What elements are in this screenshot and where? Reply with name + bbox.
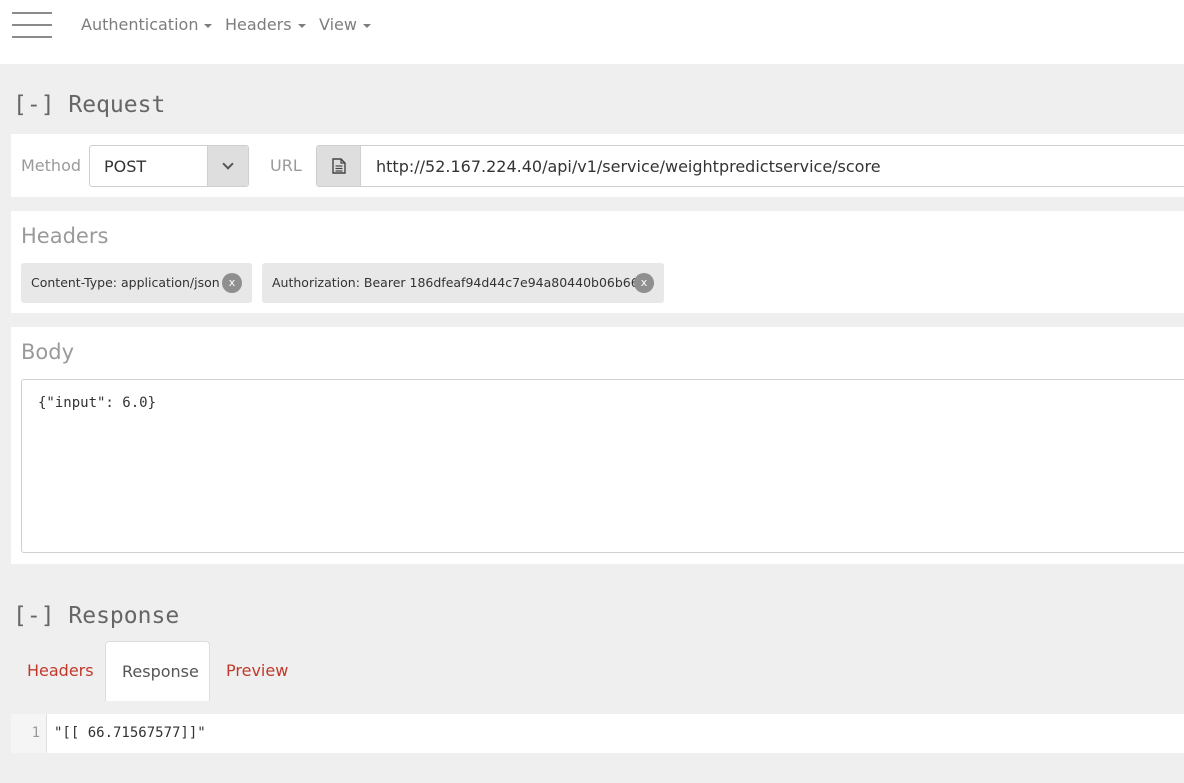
request-line-panel: Method POST URL xyxy=(11,134,1184,197)
method-label: Method xyxy=(21,156,82,175)
url-label: URL xyxy=(270,156,302,175)
tab-response[interactable]: Response xyxy=(105,641,210,701)
header-tag: Authorization: Bearer 186dfeaf94d44c7e94… xyxy=(262,263,664,303)
remove-header-button[interactable]: x xyxy=(634,273,654,293)
body-editor[interactable]: {"input": 6.0} xyxy=(21,379,1184,553)
nav-headers-menu[interactable]: Headers xyxy=(225,15,306,34)
line-gutter: 1 xyxy=(11,714,47,753)
chevron-down-icon xyxy=(222,158,234,170)
headers-title: Headers xyxy=(21,224,109,248)
tab-headers[interactable]: Headers xyxy=(11,641,105,701)
header-tag: Content-Type: application/json x xyxy=(21,263,252,303)
response-content: "[[ 66.71567577]]" xyxy=(54,725,206,741)
body-text: {"input": 6.0} xyxy=(38,395,157,411)
tab-headers-label: Headers xyxy=(27,661,94,680)
nav-view-label: View xyxy=(319,15,357,34)
nav-authentication-label: Authentication xyxy=(81,15,199,34)
header-tag-text: Authorization: Bearer 186dfeaf94d44c7e94… xyxy=(272,275,655,290)
tab-preview[interactable]: Preview xyxy=(211,641,301,701)
nav-headers-label: Headers xyxy=(225,15,292,34)
hamburger-menu-icon[interactable] xyxy=(12,12,52,40)
nav-authentication-menu[interactable]: Authentication xyxy=(81,15,213,34)
request-section-toggle[interactable]: [-] Request xyxy=(13,92,165,118)
url-addon[interactable] xyxy=(317,146,361,186)
nav-view-menu[interactable]: View xyxy=(319,15,371,34)
method-select[interactable]: POST xyxy=(89,145,249,187)
url-input[interactable] xyxy=(362,146,1184,186)
method-dropdown-button[interactable] xyxy=(207,146,248,186)
document-icon xyxy=(332,158,346,174)
caret-down-icon xyxy=(362,23,371,28)
top-navbar: Authentication Headers View xyxy=(0,0,1184,64)
tab-response-label: Response xyxy=(122,662,199,681)
line-number: 1 xyxy=(31,725,40,741)
response-section-toggle[interactable]: [-] Response xyxy=(13,603,179,629)
body-title: Body xyxy=(21,340,75,364)
body-panel: Body {"input": 6.0} xyxy=(11,327,1184,564)
headers-panel: Headers Content-Type: application/json x… xyxy=(11,211,1184,313)
caret-down-icon xyxy=(204,23,213,28)
response-viewer[interactable]: 1 "[[ 66.71567577]]" xyxy=(11,714,1184,753)
header-tag-text: Content-Type: application/json xyxy=(31,275,220,290)
caret-down-icon xyxy=(297,23,306,28)
tab-preview-label: Preview xyxy=(226,661,289,680)
url-field-group xyxy=(316,145,1184,187)
remove-header-button[interactable]: x xyxy=(222,273,242,293)
method-value: POST xyxy=(104,157,147,176)
